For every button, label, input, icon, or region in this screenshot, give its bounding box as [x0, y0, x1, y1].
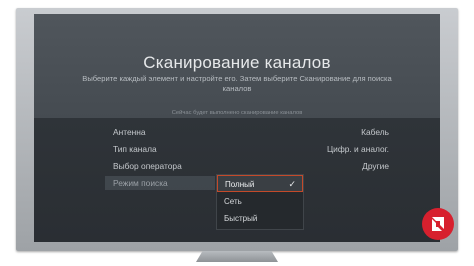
page-title: Сканирование каналов [143, 53, 331, 72]
setting-channel-type-value[interactable]: Цифр. и аналог. [327, 144, 389, 154]
hint-text: Сейчас будет выполнено сканирование кана… [171, 110, 303, 116]
setting-operator-label[interactable]: Выбор оператора [113, 161, 182, 171]
setting-channel-type-label[interactable]: Тип канала [113, 144, 157, 154]
setting-search-mode-label[interactable]: Режим поиска [113, 178, 168, 188]
setting-operator-value[interactable]: Другие [362, 161, 389, 171]
tv-stand [196, 251, 278, 262]
dropdown-option-full[interactable]: Полный ✓ [217, 175, 303, 192]
dropdown-option-network[interactable]: Сеть [217, 193, 303, 210]
setting-antenna-value[interactable]: Кабель [361, 127, 389, 137]
setting-antenna-label[interactable]: Антенна [113, 127, 146, 137]
dropdown-option-label: Быстрый [224, 214, 258, 223]
page-subtitle: Выберите каждый элемент и настройте его.… [82, 74, 392, 93]
dropdown-option-label: Сеть [224, 197, 242, 206]
dropdown-option-label: Полный [225, 180, 255, 189]
check-icon: ✓ [288, 179, 296, 189]
dropdown-option-fast[interactable]: Быстрый [217, 210, 303, 227]
search-mode-dropdown[interactable]: Полный ✓ Сеть Быстрый [216, 174, 304, 230]
logo-icon [422, 208, 454, 240]
